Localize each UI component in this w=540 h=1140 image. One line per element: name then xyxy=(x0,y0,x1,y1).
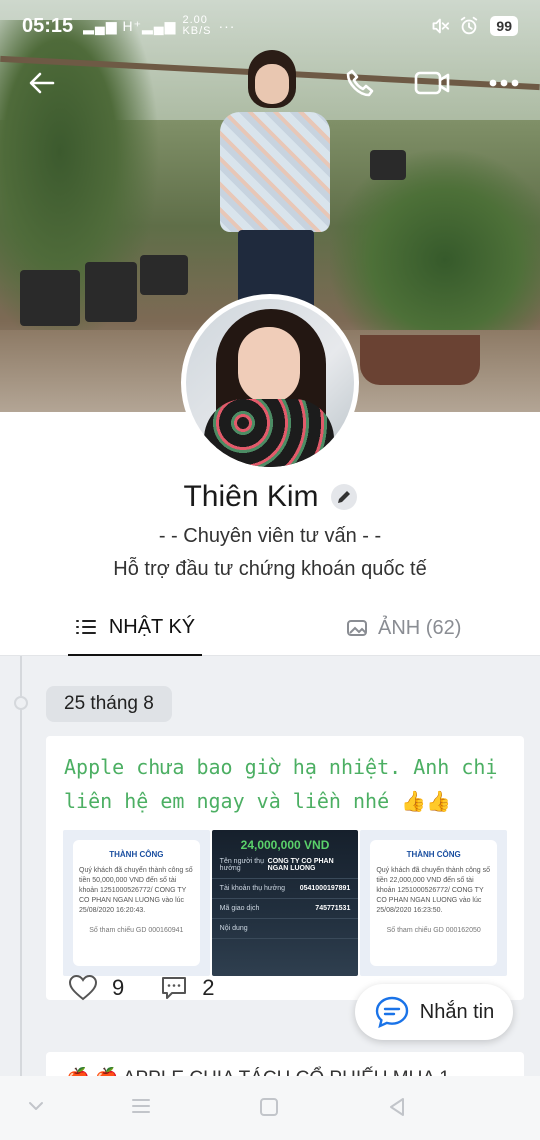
call-button[interactable] xyxy=(340,60,380,106)
comment-button[interactable]: 2 xyxy=(160,975,215,1001)
more-options-button[interactable] xyxy=(484,60,524,106)
cover-plant-pot xyxy=(140,255,188,295)
name-row: Thiên Kim xyxy=(0,480,540,514)
network-speed: 2.00 KB/S xyxy=(182,14,212,37)
back-button[interactable] xyxy=(22,60,62,106)
post-image[interactable]: 24,000,000 VND Tên người thụ hưởng CONG T… xyxy=(211,830,359,976)
photo-icon xyxy=(347,620,367,636)
receipt: THÀNH CÔNG Quý khách đã chuyển thành côn… xyxy=(370,840,498,966)
comment-icon xyxy=(162,977,187,999)
message-button-label: Nhắn tin xyxy=(419,1000,495,1023)
post-image[interactable]: THÀNH CÔNG Quý khách đã chuyển thành côn… xyxy=(63,830,210,976)
tab-photos[interactable]: ẢNH (62) xyxy=(346,600,461,656)
alarm-icon xyxy=(461,16,478,35)
timeline-dot xyxy=(14,696,28,710)
mute-icon xyxy=(433,18,450,34)
post-card[interactable]: Apple chưa bao giờ hạ nhiệt. Anh chị liê… xyxy=(46,736,524,1001)
status-more: ··· xyxy=(218,18,236,34)
system-nav-bar xyxy=(0,1076,540,1140)
post-actions: 9 2 xyxy=(68,968,251,1008)
more-dots-icon xyxy=(489,79,519,87)
tab-diary-label: NHẬT KÝ xyxy=(108,615,196,638)
profile-bio-line-1: - - Chuyên viên tư vấn - - xyxy=(158,525,382,547)
chevron-down-icon[interactable] xyxy=(26,1096,46,1116)
receipt-body: Quý khách đã chuyển thành công số tiền 5… xyxy=(79,867,193,914)
pencil-icon xyxy=(337,491,350,503)
cover-plant-pot xyxy=(85,262,137,322)
home-square-icon[interactable] xyxy=(258,1096,280,1118)
timeline-line xyxy=(20,656,22,1076)
cover-bonsai-pot xyxy=(360,335,480,385)
like-count: 9 xyxy=(112,975,125,1000)
cover-plant-pot xyxy=(370,150,406,180)
post-images: THÀNH CÔNG Quý khách đã chuyển thành côn… xyxy=(63,830,508,976)
post-image[interactable]: THÀNH CÔNG Quý khách đã chuyển thành côn… xyxy=(360,830,508,976)
comment-count: 2 xyxy=(202,975,215,1000)
receipt-title: THÀNH CÔNG xyxy=(406,850,461,859)
date-chip: 25 tháng 8 xyxy=(46,686,172,722)
back-triangle-icon[interactable] xyxy=(386,1096,408,1118)
edit-name-button[interactable] xyxy=(330,484,357,510)
profile-name: Thiên Kim xyxy=(183,480,319,513)
transfer-amount: 24,000,000 VND xyxy=(240,838,330,852)
top-nav xyxy=(0,60,540,106)
transfer-row: Nội dung xyxy=(211,919,359,939)
video-camera-icon xyxy=(414,71,450,95)
profile-tabs: NHẬT KÝ ẢNH (62) xyxy=(0,600,540,656)
like-button[interactable]: 9 xyxy=(68,974,124,1002)
battery-indicator: 99 xyxy=(490,16,518,36)
video-call-button[interactable] xyxy=(410,60,454,106)
list-icon xyxy=(75,620,96,634)
chat-bubble-icon xyxy=(375,996,408,1029)
menu-icon[interactable] xyxy=(130,1096,152,1116)
receipt-ref: Số tham chiếu GD 000162050 xyxy=(386,927,481,934)
transfer-row: Mã giao dịch 745771531 xyxy=(211,899,359,919)
receipt-ref: Số tham chiếu GD 000160941 xyxy=(89,927,184,934)
cover-plant-pot xyxy=(20,270,80,326)
receipt-title: THÀNH CÔNG xyxy=(109,850,164,859)
status-bar: 05:15 ▂▄▆ H⁺▂▄▆ 2.00 KB/S ··· 99 xyxy=(0,0,540,52)
profile-bio-line-2: Hỗ trợ đầu tư chứng khoán quốc tế xyxy=(113,558,427,580)
receipt: THÀNH CÔNG Quý khách đã chuyển thành côn… xyxy=(73,840,200,966)
heart-icon xyxy=(68,974,98,1001)
tab-diary[interactable]: NHẬT KÝ xyxy=(68,600,202,656)
message-button[interactable]: Nhắn tin xyxy=(355,984,513,1040)
transfer-row: Tên người thụ hưởng CONG TY CO PHAN NGAN … xyxy=(211,852,359,879)
back-arrow-icon xyxy=(29,72,55,94)
post-text: Apple chưa bao giờ hạ nhiệt. Anh chị liê… xyxy=(64,755,498,813)
phone-icon xyxy=(346,69,374,97)
status-time: 05:15 xyxy=(22,14,74,37)
signal-icon: ▂▄▆ H⁺▂▄▆ xyxy=(83,17,177,34)
transfer-row: Tài khoản thụ hưởng 0541000197891 xyxy=(211,879,359,899)
avatar-photo xyxy=(186,299,354,467)
receipt-body: Quý khách đã chuyển thành công số tiền 2… xyxy=(376,867,490,914)
avatar[interactable] xyxy=(181,294,359,472)
tab-photos-label: ẢNH (62) xyxy=(378,616,462,639)
